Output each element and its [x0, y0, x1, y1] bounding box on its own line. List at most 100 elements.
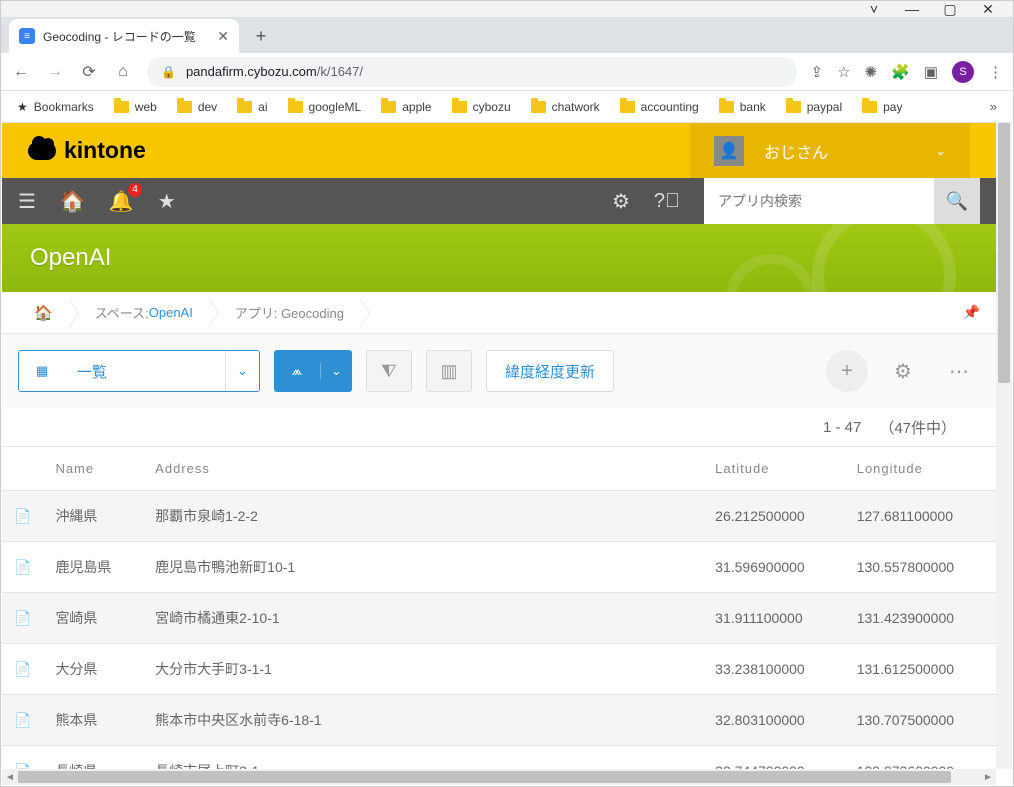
help-icon[interactable]: ?⃝ — [654, 190, 680, 213]
cell-lng: 129.873600000 — [845, 746, 996, 770]
cell-lng: 130.707500000 — [845, 695, 996, 746]
scroll-thumb[interactable] — [18, 771, 951, 783]
graph-button[interactable]: ⩕ ⌄ — [274, 350, 352, 392]
cell-lng: 130.557800000 — [845, 542, 996, 593]
bookmark-folder[interactable]: web — [114, 100, 157, 114]
scroll-left-icon[interactable]: ◄ — [2, 772, 18, 783]
extension-icon[interactable]: ✺ — [865, 63, 878, 81]
nav-forward-button[interactable]: → — [45, 63, 65, 81]
cell-address: 那覇市泉崎1-2-2 — [143, 491, 703, 542]
col-lat[interactable]: Latitude — [703, 447, 845, 491]
window-close[interactable]: ✕ — [981, 2, 995, 16]
breadcrumb-space-link[interactable]: OpenAI — [149, 305, 193, 320]
cell-lat: 32.744700000 — [703, 746, 845, 770]
bookmark-folder[interactable]: cybozu — [452, 100, 511, 114]
tab-close-icon[interactable]: ✕ — [217, 28, 229, 45]
kebab-menu-icon[interactable]: ⋮ — [988, 63, 1003, 81]
address-bar[interactable]: 🔒 pandafirm.cybozu.com/k/1647/ — [147, 57, 797, 87]
bookmark-folder[interactable]: accounting — [620, 100, 699, 114]
gear-icon[interactable]: ⚙ — [612, 189, 630, 214]
view-dropdown-icon[interactable]: ⌄ — [225, 351, 259, 391]
cell-name: 宮崎県 — [43, 593, 143, 644]
table-row[interactable]: 📄熊本県熊本市中央区水前寺6-18-132.803100000130.70750… — [2, 695, 996, 746]
record-icon[interactable]: 📄 — [2, 695, 43, 746]
hamburger-icon[interactable]: ☰ — [18, 189, 36, 214]
user-menu[interactable]: 👤 おじさん ⌄ — [690, 123, 970, 178]
table-row[interactable]: 📄長崎県長崎市尾上町3-132.744700000129.873600000 — [2, 746, 996, 770]
add-record-button[interactable]: + — [826, 350, 868, 392]
custom-update-button[interactable]: 緯度経度更新 — [486, 350, 614, 392]
bookmarks-overflow-icon[interactable]: » — [990, 99, 997, 114]
kintone-logo[interactable]: kintone — [28, 137, 146, 164]
record-icon[interactable]: 📄 — [2, 542, 43, 593]
search-input[interactable] — [704, 178, 934, 224]
share-icon[interactable]: ⇪ — [811, 63, 824, 81]
bookmark-folder[interactable]: dev — [177, 100, 217, 114]
window-maximize[interactable]: ▢ — [943, 2, 957, 16]
chevron-down-icon[interactable]: ˅ — [867, 2, 881, 16]
search-button[interactable]: 🔍 — [934, 178, 980, 224]
scroll-right-icon[interactable]: ► — [980, 772, 996, 783]
graph-icon: ⩕ — [274, 363, 320, 379]
filter-button[interactable]: ⧨ — [366, 350, 412, 392]
bookmark-star-icon[interactable]: ☆ — [837, 63, 850, 81]
pin-icon[interactable]: 📌 — [963, 304, 980, 321]
kintone-header: kintone 👤 おじさん ⌄ — [2, 123, 996, 178]
bookmarks-bar: ★Bookmarks web dev ai googleML apple cyb… — [1, 91, 1013, 123]
record-icon[interactable]: 📄 — [2, 644, 43, 695]
record-table: Name Address Latitude Longitude 📄沖縄県那覇市泉… — [2, 446, 996, 769]
table-row[interactable]: 📄沖縄県那覇市泉崎1-2-226.212500000127.681100000 — [2, 491, 996, 542]
app-settings-button[interactable]: ⚙ — [882, 350, 924, 392]
graph-dropdown-icon[interactable]: ⌄ — [320, 363, 352, 379]
bookmark-folder[interactable]: ai — [237, 100, 267, 114]
puzzle-icon[interactable]: 🧩 — [891, 63, 910, 81]
nav-home-button[interactable]: ⌂ — [113, 63, 133, 81]
table-row[interactable]: 📄宮崎県宮崎市橘通東2-10-131.911100000131.42390000… — [2, 593, 996, 644]
lock-icon: 🔒 — [161, 65, 176, 79]
new-tab-button[interactable]: + — [247, 22, 275, 50]
notification-badge: 4 — [128, 183, 142, 197]
view-selector[interactable]: ▦ 一覧 ⌄ — [18, 350, 260, 392]
pager: 1 - 47 （47件中） — [2, 408, 996, 446]
vertical-scrollbar[interactable] — [996, 123, 1012, 769]
home-icon[interactable]: 🏠 — [60, 189, 85, 214]
global-toolbar: ☰ 🏠 🔔4 ★ ⚙ ?⃝ 🔍 — [2, 178, 996, 224]
browser-tab[interactable]: ≡ Geocoding - レコードの一覧 ✕ — [9, 19, 239, 53]
table-row[interactable]: 📄大分県大分市大手町3-1-133.238100000131.612500000 — [2, 644, 996, 695]
chart-button[interactable]: ▥ — [426, 350, 472, 392]
bookmark-folder[interactable]: paypal — [786, 100, 842, 114]
col-lng[interactable]: Longitude — [845, 447, 996, 491]
breadcrumb-space: スペース: OpenAI — [79, 292, 209, 334]
view-name: 一覧 — [65, 351, 225, 391]
url-host: pandafirm.cybozu.com — [186, 64, 317, 79]
col-name[interactable]: Name — [43, 447, 143, 491]
bookmark-folder[interactable]: bank — [719, 100, 766, 114]
nav-back-button[interactable]: ← — [11, 63, 31, 81]
ellipsis-icon: ⋯ — [949, 359, 969, 384]
window-minimize[interactable]: — — [905, 2, 919, 16]
horizontal-scrollbar[interactable]: ◄ ► — [2, 769, 996, 785]
bookmark-folder[interactable]: pay — [862, 100, 902, 114]
profile-avatar[interactable]: S — [952, 61, 974, 83]
table-row[interactable]: 📄鹿児島県鹿児島市鴨池新町10-131.596900000130.5578000… — [2, 542, 996, 593]
bookmarks-root[interactable]: ★Bookmarks — [17, 100, 94, 114]
bookmark-folder[interactable]: chatwork — [531, 100, 600, 114]
bell-icon[interactable]: 🔔4 — [109, 189, 134, 214]
cell-lat: 33.238100000 — [703, 644, 845, 695]
cell-address: 鹿児島市鴨池新町10-1 — [143, 542, 703, 593]
app-space-title: OpenAI — [30, 244, 111, 272]
record-icon[interactable]: 📄 — [2, 746, 43, 770]
record-icon[interactable]: 📄 — [2, 491, 43, 542]
pager-range: 1 - 47 — [823, 419, 861, 436]
breadcrumb-home-icon[interactable]: 🏠 — [34, 304, 53, 322]
panel-icon[interactable]: ▣ — [924, 63, 938, 81]
bookmark-folder[interactable]: googleML — [288, 100, 362, 114]
nav-reload-button[interactable]: ⟳ — [79, 62, 99, 82]
star-icon[interactable]: ★ — [158, 189, 176, 214]
scroll-thumb[interactable] — [998, 123, 1010, 383]
record-icon[interactable]: 📄 — [2, 593, 43, 644]
more-menu-button[interactable]: ⋯ — [938, 350, 980, 392]
cell-name: 長崎県 — [43, 746, 143, 770]
col-address[interactable]: Address — [143, 447, 703, 491]
bookmark-folder[interactable]: apple — [381, 100, 431, 114]
